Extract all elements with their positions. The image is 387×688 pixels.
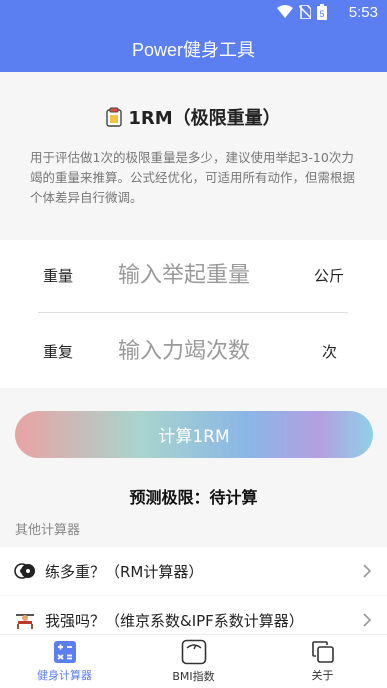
result-text: 预测极限：待计算: [129, 488, 258, 507]
weight-input[interactable]: [118, 255, 293, 295]
app-title: Power健身工具: [131, 40, 256, 60]
clipboard-icon: [106, 107, 123, 127]
battery-icon: 5: [317, 4, 327, 20]
weight-plate-icon: [14, 563, 35, 579]
intro-title: 1RM（极限重量）: [128, 108, 281, 129]
list-item-rm-calculator[interactable]: 练多重？（RM计算器）: [0, 547, 387, 595]
status-icons: 5: [277, 4, 327, 20]
chevron-right-icon: [363, 564, 372, 578]
tab-fitness-calculator[interactable]: 健身计算器: [0, 635, 129, 688]
bench-press-icon: [16, 614, 34, 629]
copy-icon: [311, 641, 334, 663]
chevron-right-icon: [363, 613, 372, 627]
scale-icon: [181, 639, 206, 665]
calculate-button[interactable]: 计算1RM: [15, 411, 373, 458]
intro-title-row: 1RM（极限重量）: [0, 104, 387, 130]
tab-label: 关于: [311, 669, 334, 682]
form-divider: [38, 312, 348, 313]
svg-text:5: 5: [319, 9, 324, 19]
tab-label: BMI指数: [172, 670, 215, 683]
no-sim-icon: [299, 5, 311, 19]
reps-label: 重复: [43, 342, 74, 361]
weight-row: 重量 公斤: [0, 240, 387, 310]
reps-row: 重复 次: [0, 316, 387, 386]
list-item-label: 练多重？（RM计算器）: [45, 562, 204, 581]
intro-description: 用于评估做1次的极限重量是多少，建议使用举起3-10次力竭的重量来推算。公式经优…: [30, 150, 356, 205]
section-label: 其他计算器: [15, 523, 81, 538]
app-bar: Power健身工具: [0, 26, 387, 72]
reps-input[interactable]: [118, 331, 293, 371]
status-bar: 5 5:53: [0, 0, 387, 26]
reps-unit: 次: [322, 342, 338, 361]
clock: 5:53: [348, 4, 378, 21]
calculator-icon: [53, 641, 76, 663]
tab-bmi[interactable]: BMI指数: [129, 635, 258, 688]
list-item-label: 我强吗？（维京系数&IPF系数计算器）: [45, 611, 304, 630]
bottom-tab-bar: 健身计算器 BMI指数 关于: [0, 634, 387, 688]
tab-about[interactable]: 关于: [258, 635, 387, 688]
input-form: 重量 公斤 重复 次: [0, 240, 387, 388]
weight-unit: 公斤: [314, 266, 345, 285]
tab-label: 健身计算器: [37, 669, 92, 682]
intro-section: 1RM（极限重量） 用于评估做1次的极限重量是多少，建议使用举起3-10次力竭的…: [0, 72, 387, 240]
weight-label: 重量: [43, 266, 74, 285]
wifi-icon: [277, 5, 293, 18]
